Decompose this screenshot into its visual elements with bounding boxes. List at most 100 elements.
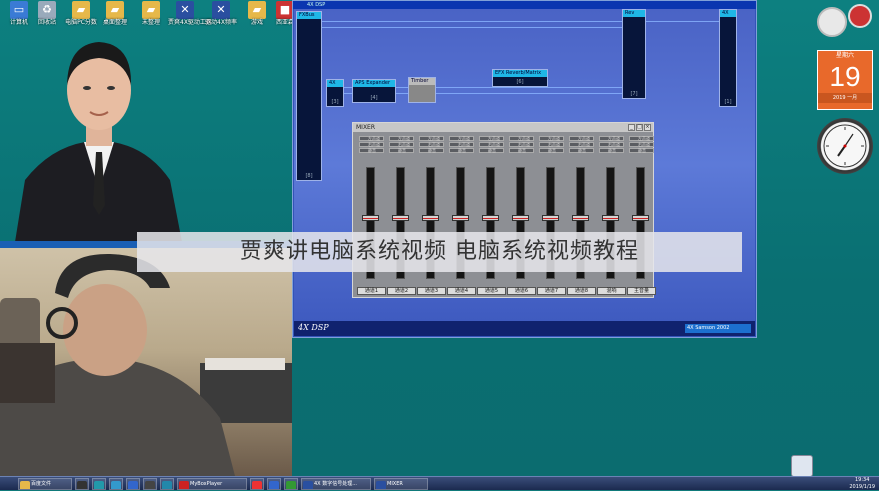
- channel-label[interactable]: 通道8: [567, 287, 596, 295]
- calendar-gadget[interactable]: 星期六 19 2019 一月: [817, 50, 873, 110]
- channel-toggle[interactable]: 左声道: [449, 136, 474, 141]
- channel-toggle[interactable]: 右声道: [569, 142, 594, 147]
- channel-toggle[interactable]: 左声道: [479, 136, 504, 141]
- taskbar-button[interactable]: [109, 478, 123, 490]
- channel-toggle[interactable]: 静音: [599, 148, 624, 153]
- desktop-icon-folder[interactable]: ▰ 电脑PC分数: [64, 1, 98, 26]
- taskbar-button[interactable]: [92, 478, 106, 490]
- module-timber[interactable]: Timber: [408, 77, 436, 103]
- fader-knob[interactable]: [542, 214, 559, 221]
- mixer-titlebar[interactable]: MIXER _ □ ×: [353, 123, 653, 132]
- taskbar-button[interactable]: [75, 478, 89, 490]
- channel-toggle[interactable]: 静音: [449, 148, 474, 153]
- channel-label[interactable]: 主音量: [627, 287, 656, 295]
- channel-toggle[interactable]: 静音: [629, 148, 654, 153]
- channel-toggles: 左声道 右声道 静音: [597, 136, 626, 158]
- desktop-icon-folder[interactable]: ▰ 桌面整理: [98, 1, 132, 26]
- desktop-icon-label: 贾爽4X驱动工具: [168, 19, 212, 26]
- channel-toggle[interactable]: 右声道: [509, 142, 534, 147]
- desktop-icon-folder[interactable]: ▰ 未整理: [134, 1, 168, 26]
- channel-toggle[interactable]: 左声道: [509, 136, 534, 141]
- channel-toggle[interactable]: 静音: [479, 148, 504, 153]
- taskbar-button[interactable]: 百度文件: [18, 478, 72, 490]
- tray-clock[interactable]: 19:34 2019/1/19: [849, 477, 875, 491]
- channel-toggle[interactable]: 右声道: [539, 142, 564, 147]
- app-icon: [286, 481, 296, 489]
- channel-label[interactable]: 通道6: [507, 287, 536, 295]
- channel-toggle[interactable]: 左声道: [629, 136, 654, 141]
- module-4x-out[interactable]: 4X [1]: [719, 9, 737, 107]
- presenter-photo: [15, 42, 182, 242]
- channel-label[interactable]: 通道2: [387, 287, 416, 295]
- app-brand-label: 4X DSP: [298, 323, 329, 332]
- fader-knob[interactable]: [422, 214, 439, 221]
- channel-toggle[interactable]: 右声道: [359, 142, 384, 147]
- module-4x-in[interactable]: 4X [3]: [326, 79, 344, 107]
- desktop-icon-recycle-bin[interactable]: ♻ 回收站: [30, 1, 64, 26]
- chrome-icon: [252, 481, 262, 489]
- tray-avatar[interactable]: [791, 455, 813, 477]
- channel-toggle[interactable]: 右声道: [449, 142, 474, 147]
- channel-toggle[interactable]: 右声道: [629, 142, 654, 147]
- desktop-icon-label: 回收站: [37, 19, 56, 26]
- channel-toggle[interactable]: 左声道: [389, 136, 414, 141]
- channel-label[interactable]: 混响: [597, 287, 626, 295]
- weather-gadget[interactable]: [848, 4, 872, 28]
- taskbar-button[interactable]: [126, 478, 140, 490]
- fader-knob[interactable]: [572, 214, 589, 221]
- module-rev[interactable]: Rev [7]: [622, 9, 646, 99]
- channel-toggle[interactable]: 静音: [389, 148, 414, 153]
- channel-label[interactable]: 通道4: [447, 287, 476, 295]
- channel-toggle[interactable]: 左声道: [359, 136, 384, 141]
- taskbar-button[interactable]: [160, 478, 174, 490]
- taskbar-button[interactable]: [143, 478, 157, 490]
- channel-toggle[interactable]: 静音: [359, 148, 384, 153]
- minimize-button[interactable]: _: [628, 124, 635, 131]
- fader-knob[interactable]: [512, 214, 529, 221]
- fader-knob[interactable]: [632, 214, 649, 221]
- channel-label[interactable]: 通道3: [417, 287, 446, 295]
- module-label: Rev: [623, 10, 645, 17]
- maximize-button[interactable]: □: [636, 124, 643, 131]
- desktop-icon-app[interactable]: ✕ 驱动4X频率: [204, 1, 238, 26]
- taskbar-button[interactable]: MyBoxPlayer: [177, 478, 247, 490]
- fader-knob[interactable]: [392, 214, 409, 221]
- taskbar-button[interactable]: MIXER: [374, 478, 428, 490]
- channel-toggle[interactable]: 右声道: [479, 142, 504, 147]
- video-title: 贾爽讲电脑系统视频 电脑系统视频教程: [240, 239, 639, 264]
- taskbar-button[interactable]: 4X 数字信号处理...: [301, 478, 371, 490]
- channel-toggle[interactable]: 静音: [539, 148, 564, 153]
- channel-toggle[interactable]: 左声道: [599, 136, 624, 141]
- taskbar-button-label: 4X 数字信号处理...: [314, 481, 357, 487]
- taskbar-button[interactable]: [284, 478, 298, 490]
- channel-toggle[interactable]: 左声道: [539, 136, 564, 141]
- channel-toggle[interactable]: 右声道: [419, 142, 444, 147]
- module-fxbus[interactable]: FXBus [8]: [296, 11, 322, 181]
- device-status-box[interactable]: 4X Samson 2002: [685, 324, 751, 333]
- channel-label[interactable]: 通道7: [537, 287, 566, 295]
- module-efx-reverb[interactable]: EFX Reverb/Matrix [6]: [492, 69, 548, 87]
- app-icon: [128, 481, 138, 489]
- channel-toggle[interactable]: 左声道: [569, 136, 594, 141]
- channel-toggle[interactable]: 右声道: [389, 142, 414, 147]
- fader-knob[interactable]: [602, 214, 619, 221]
- channel-label[interactable]: 通道1: [357, 287, 386, 295]
- module-label: FXBus: [297, 12, 321, 19]
- taskbar-button[interactable]: [250, 478, 264, 490]
- channel-toggle[interactable]: 静音: [509, 148, 534, 153]
- channel-toggle[interactable]: 右声道: [599, 142, 624, 147]
- taskbar-button[interactable]: [267, 478, 281, 490]
- avatar-gadget[interactable]: [817, 7, 847, 37]
- desktop-icon-app[interactable]: ✕ 贾爽4X驱动工具: [168, 1, 212, 26]
- fader-knob[interactable]: [362, 214, 379, 221]
- window-titlebar[interactable]: 4X DSP: [293, 1, 756, 9]
- channel-toggle[interactable]: 静音: [569, 148, 594, 153]
- channel-toggle[interactable]: 左声道: [419, 136, 444, 141]
- channel-label[interactable]: 通道5: [477, 287, 506, 295]
- module-aps-expander[interactable]: APS Expander [4]: [352, 79, 396, 103]
- channel-toggle[interactable]: 静音: [419, 148, 444, 153]
- close-button[interactable]: ×: [644, 124, 651, 131]
- fader-knob[interactable]: [452, 214, 469, 221]
- clock-gadget[interactable]: [817, 118, 873, 174]
- fader-knob[interactable]: [482, 214, 499, 221]
